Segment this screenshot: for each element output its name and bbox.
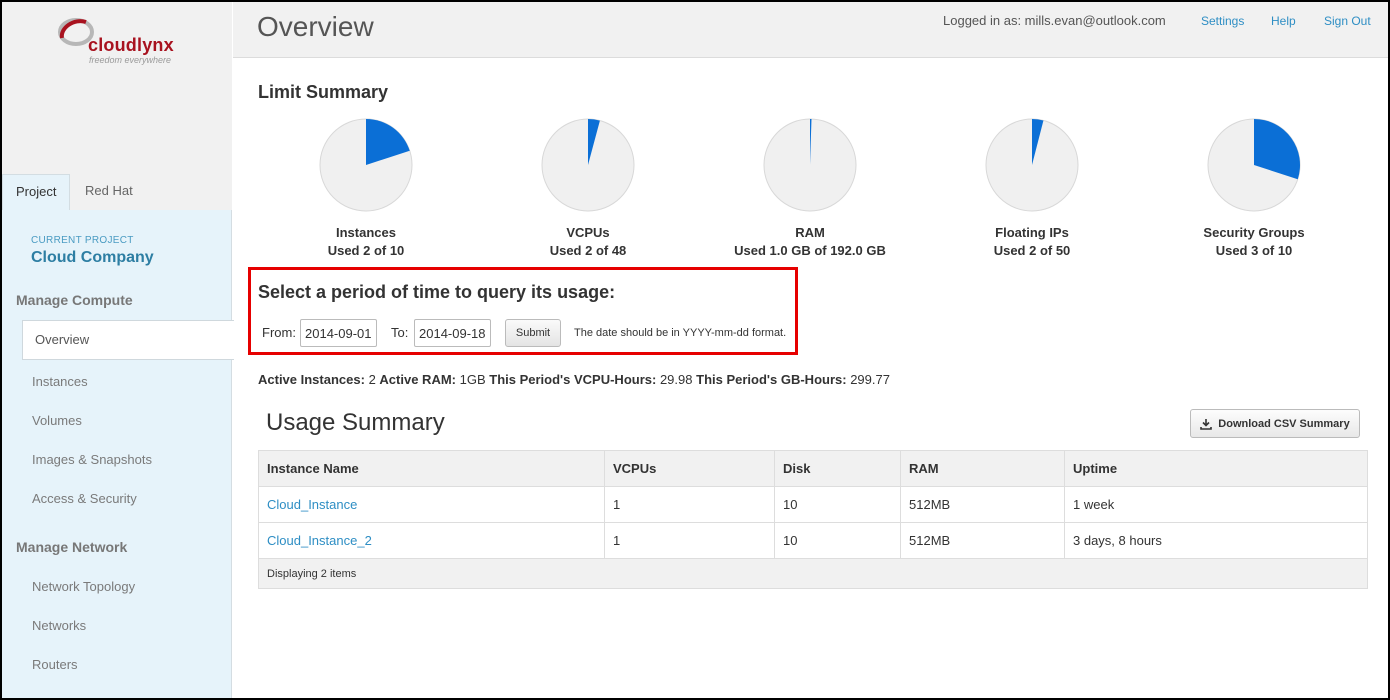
column-instance-name[interactable]: Instance Name <box>258 450 605 487</box>
table-footer-row: Displaying 2 items <box>258 558 1368 589</box>
limit-pie-ram: RAM Used 1.0 GB of 192.0 GB <box>710 117 910 258</box>
cell-ram: 512MB <box>900 522 1065 559</box>
submit-button[interactable]: Submit <box>505 319 561 347</box>
brand-name[interactable]: cloudlynx <box>88 35 174 56</box>
cell-uptime: 3 days, 8 hours <box>1064 522 1368 559</box>
vcpu-hours-label: This Period's VCPU-Hours: <box>489 372 657 387</box>
download-icon <box>1200 418 1213 430</box>
sidebar: cloudlynx freedom everywhere Project Red… <box>2 2 234 698</box>
limit-pie-instances: Instances Used 2 of 10 <box>266 117 466 258</box>
settings-link[interactable]: Settings <box>1201 14 1244 28</box>
sidebar-item-access-security[interactable]: Access & Security <box>32 491 137 506</box>
column-uptime[interactable]: Uptime <box>1064 450 1368 487</box>
pie-used-text: Used 1.0 GB of 192.0 GB <box>734 243 886 258</box>
column-ram[interactable]: RAM <box>900 450 1065 487</box>
column-vcpus[interactable]: VCPUs <box>604 450 775 487</box>
instance-name-link[interactable]: Cloud_Instance <box>258 486 605 523</box>
tab-project[interactable]: Project <box>2 174 71 210</box>
usage-table: Instance Name VCPUs Disk RAM Uptime Clou… <box>258 450 1368 589</box>
table-footer-count: Displaying 2 items <box>258 558 1368 589</box>
pie-used-text: Used 2 of 50 <box>993 243 1071 258</box>
logged-in-user: Logged in as: mills.evan@outlook.com <box>943 13 1166 28</box>
to-date-input[interactable] <box>414 319 491 347</box>
pie-chart-security-groups <box>1207 118 1301 212</box>
section-manage-compute[interactable]: Manage Compute <box>16 292 133 308</box>
usage-stats: Active Instances: 2 Active RAM: 1GB This… <box>258 372 890 387</box>
table-row: Cloud_Instance_2 1 10 512MB 3 days, 8 ho… <box>258 522 1368 559</box>
cell-disk: 10 <box>774 486 901 523</box>
gb-hours-value: 299.77 <box>850 372 890 387</box>
help-link[interactable]: Help <box>1271 14 1296 28</box>
sidebar-tabs: Project Red Hat <box>2 174 232 210</box>
vcpu-hours-value: 29.98 <box>659 372 693 387</box>
sidebar-item-networks[interactable]: Networks <box>32 618 86 633</box>
cell-uptime: 1 week <box>1064 486 1368 523</box>
from-label: From: <box>262 325 296 340</box>
cell-ram: 512MB <box>900 486 1065 523</box>
cell-vcpus: 1 <box>604 486 775 523</box>
download-csv-button[interactable]: Download CSV Summary <box>1190 409 1360 438</box>
active-instances-value: 2 <box>368 372 376 387</box>
top-bar: Overview Logged in as: mills.evan@outloo… <box>233 2 1388 58</box>
page-title: Overview <box>257 11 374 42</box>
pie-chart-floating-ips <box>985 118 1079 212</box>
tab-red-hat[interactable]: Red Hat <box>72 174 146 210</box>
pie-used-text: Used 2 of 48 <box>549 243 627 258</box>
limit-pie-security-groups: Security Groups Used 3 of 10 <box>1154 117 1354 258</box>
table-header-row: Instance Name VCPUs Disk RAM Uptime <box>258 450 1368 487</box>
limit-summary-title: Limit Summary <box>258 82 389 102</box>
query-period-title: Select a period of time to query its usa… <box>258 282 616 302</box>
sidebar-item-images-snapshots[interactable]: Images & Snapshots <box>32 452 152 467</box>
pie-label: Instances <box>336 225 396 240</box>
gb-hours-label: This Period's GB-Hours: <box>696 372 847 387</box>
table-row: Cloud_Instance 1 10 512MB 1 week <box>258 486 1368 523</box>
usage-summary-title: Usage Summary <box>266 409 445 436</box>
sign-out-link[interactable]: Sign Out <box>1324 14 1371 28</box>
sidebar-item-overview[interactable]: Overview <box>22 320 234 360</box>
limit-pie-floating-ips: Floating IPs Used 2 of 50 <box>932 117 1132 258</box>
from-date-input[interactable] <box>300 319 377 347</box>
active-instances-label: Active Instances: <box>258 372 365 387</box>
current-project-label: CURRENT PROJECT <box>31 235 134 246</box>
pie-label: VCPUs <box>566 225 610 240</box>
pie-used-text: Used 3 of 10 <box>1215 243 1293 258</box>
pie-used-text: Used 2 of 10 <box>327 243 405 258</box>
to-label: To: <box>391 325 409 340</box>
current-project-name[interactable]: Cloud Company <box>31 249 154 267</box>
brand-tagline: freedom everywhere <box>89 55 172 65</box>
pie-chart-instances <box>319 118 413 212</box>
column-disk[interactable]: Disk <box>774 450 901 487</box>
cell-disk: 10 <box>774 522 901 559</box>
sidebar-item-network-topology[interactable]: Network Topology <box>32 579 135 594</box>
download-csv-label: Download CSV Summary <box>1218 417 1350 430</box>
pie-chart-vcpus <box>541 118 635 212</box>
section-manage-network[interactable]: Manage Network <box>16 539 127 555</box>
limit-pie-vcpus: VCPUs Used 2 of 48 <box>488 117 688 258</box>
instance-name-link[interactable]: Cloud_Instance_2 <box>258 522 605 559</box>
active-ram-value: 1GB <box>459 372 486 387</box>
pie-label: Floating IPs <box>995 225 1069 240</box>
cell-vcpus: 1 <box>604 522 775 559</box>
active-ram-label: Active RAM: <box>379 372 456 387</box>
pie-chart-ram <box>763 118 857 212</box>
date-format-hint: The date should be in YYYY-mm-dd format. <box>574 327 787 339</box>
brand-area: cloudlynx freedom everywhere <box>2 2 232 174</box>
sidebar-item-routers[interactable]: Routers <box>32 657 78 672</box>
sidebar-item-volumes[interactable]: Volumes <box>32 413 82 428</box>
pie-label: RAM <box>795 225 825 240</box>
pie-label: Security Groups <box>1203 225 1305 240</box>
sidebar-item-instances[interactable]: Instances <box>32 374 88 389</box>
